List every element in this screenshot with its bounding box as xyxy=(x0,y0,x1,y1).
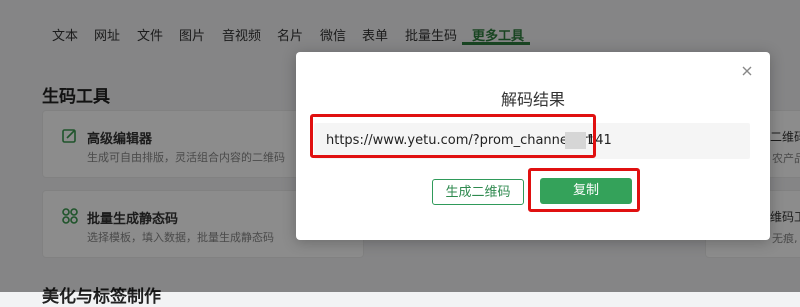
close-icon[interactable] xyxy=(740,64,754,78)
decode-result-dialog: 解码结果 https://www.yetu.com/?prom_channel=… xyxy=(296,52,770,240)
generate-qrcode-button[interactable]: 生成二维码 xyxy=(432,179,524,205)
decode-result-field[interactable]: https://www.yetu.com/?prom_channel=rt 14… xyxy=(314,123,750,159)
copy-button[interactable]: 复制 xyxy=(540,178,632,204)
dialog-title: 解码结果 xyxy=(500,90,565,109)
decode-result-tail: 141 xyxy=(587,133,612,148)
redaction-mask xyxy=(565,132,586,149)
decode-result-text: https://www.yetu.com/?prom_channel=rt xyxy=(326,133,593,148)
